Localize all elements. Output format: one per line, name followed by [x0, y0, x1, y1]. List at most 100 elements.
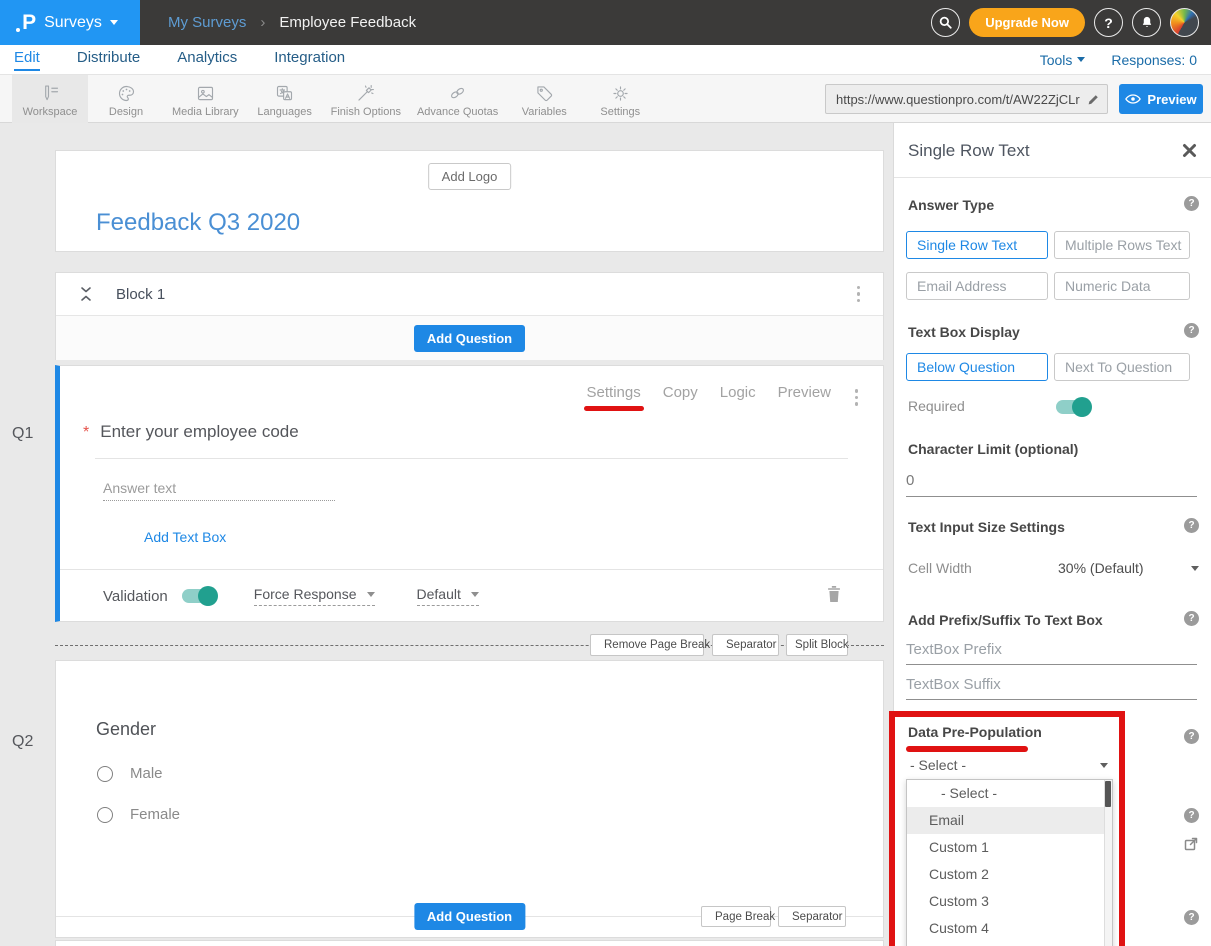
tab-question-logic[interactable]: Logic [720, 384, 756, 401]
answer-type-email-address[interactable]: Email Address [906, 272, 1048, 300]
tab-question-settings[interactable]: Settings [587, 384, 641, 401]
page-break-button[interactable]: Page Break [701, 906, 771, 927]
toolbar-item-media-library[interactable]: Media Library [164, 75, 247, 123]
dropdown-option-select[interactable]: - Select - [907, 780, 1112, 807]
tools-menu[interactable]: Tools [1040, 52, 1086, 68]
tab-question-copy[interactable]: Copy [663, 384, 698, 401]
dropdown-option-custom4[interactable]: Custom 4 [907, 915, 1112, 942]
question2-card: Gender Male Female Add Question Page Bre… [55, 660, 884, 938]
delete-question-button[interactable] [825, 584, 843, 609]
radio-option-female: Female [97, 806, 180, 823]
add-text-box-link[interactable]: Add Text Box [144, 529, 226, 545]
external-link-button[interactable] [1183, 836, 1199, 857]
user-avatar[interactable] [1170, 8, 1199, 37]
character-limit-label: Character Limit (optional) [908, 441, 1078, 457]
close-panel-button[interactable] [1182, 143, 1197, 163]
textbox-prefix-input[interactable] [906, 641, 1197, 658]
display-below-question[interactable]: Below Question [906, 353, 1048, 381]
question2-text[interactable]: Gender [96, 719, 156, 740]
help-icon[interactable]: ? [1184, 808, 1199, 823]
tools-label: Tools [1040, 52, 1073, 68]
responses-count[interactable]: Responses: 0 [1111, 52, 1197, 68]
tab-distribute[interactable]: Distribute [77, 49, 140, 71]
dropdown-scrollbar[interactable] [1104, 780, 1112, 946]
help-icon[interactable]: ? [1184, 323, 1199, 338]
help-icon[interactable]: ? [1184, 518, 1199, 533]
prefix-suffix-label: Add Prefix/Suffix To Text Box [908, 612, 1103, 628]
display-next-to-question[interactable]: Next To Question [1054, 353, 1190, 381]
textbox-suffix-input[interactable] [906, 676, 1197, 693]
product-switcher[interactable]: P Surveys [0, 0, 140, 45]
help-icon[interactable]: ? [1184, 910, 1199, 925]
help-icon[interactable]: ? [1184, 196, 1199, 211]
toolbar-item-languages[interactable]: Languages [247, 75, 323, 123]
survey-title[interactable]: Feedback Q3 2020 [96, 209, 300, 237]
radio-label[interactable]: Male [130, 765, 163, 782]
add-logo-button[interactable]: Add Logo [428, 163, 512, 190]
separator-button[interactable]: Separator [712, 634, 779, 656]
product-name: Surveys [44, 14, 102, 32]
search-button[interactable] [931, 8, 960, 37]
add-question-button[interactable]: Add Question [414, 903, 525, 930]
help-icon[interactable]: ? [1184, 611, 1199, 626]
data-pre-population-select[interactable]: - Select - [906, 753, 1114, 779]
validation-label: Validation [103, 588, 168, 605]
question-mark-icon: ? [1104, 15, 1113, 31]
answer-text-input[interactable] [103, 478, 335, 501]
character-limit-input[interactable] [906, 472, 1197, 489]
split-block-button[interactable]: Split Block [786, 634, 848, 656]
toolbar-item-advance-quotas[interactable]: Advance Quotas [409, 75, 506, 123]
tab-edit[interactable]: Edit [14, 49, 40, 71]
input-underline [906, 496, 1197, 497]
preview-button[interactable]: Preview [1119, 84, 1203, 114]
breadcrumb-current-survey: Employee Feedback [279, 14, 416, 31]
block-menu-icon[interactable] [854, 283, 864, 306]
collapse-block-icon[interactable] [78, 285, 94, 303]
dropdown-option-custom1[interactable]: Custom 1 [907, 834, 1112, 861]
toolbar-item-variables[interactable]: Variables [506, 75, 582, 123]
help-button[interactable]: ? [1094, 8, 1123, 37]
tab-integration[interactable]: Integration [274, 49, 345, 71]
cell-width-value[interactable]: 30% (Default) [1058, 560, 1144, 576]
eye-icon [1125, 93, 1141, 105]
toolbar-item-finish-options[interactable]: Finish Options [323, 75, 409, 123]
search-icon [938, 15, 953, 30]
radio-label[interactable]: Female [130, 806, 180, 823]
add-question-button[interactable]: Add Question [414, 325, 525, 352]
answer-type-single-row-text[interactable]: Single Row Text [906, 231, 1048, 259]
help-icon[interactable]: ? [1184, 729, 1199, 744]
remove-page-break-button[interactable]: Remove Page Break [590, 634, 704, 656]
preview-label: Preview [1147, 92, 1196, 107]
breadcrumb-my-surveys[interactable]: My Surveys [168, 14, 246, 31]
dropdown-option-email[interactable]: Email [907, 807, 1112, 834]
data-pre-population-dropdown: - Select - Email Custom 1 Custom 2 Custo… [906, 779, 1113, 946]
scrollbar-thumb[interactable] [1105, 781, 1111, 807]
survey-url-input[interactable] [836, 92, 1086, 107]
question1-text[interactable]: Enter your employee code [100, 422, 298, 442]
questionpro-survey-editor: P Surveys My Surveys › Employee Feedback… [0, 0, 1211, 946]
question1-menu-icon[interactable] [852, 386, 862, 409]
block-title[interactable]: Block 1 [116, 286, 165, 303]
validation-toggle[interactable] [182, 589, 216, 603]
toolbar-items: Workspace Design Media Library Languages… [12, 75, 658, 123]
force-response-dropdown[interactable]: Force Response [254, 586, 375, 606]
separator-button[interactable]: Separator [778, 906, 846, 927]
tab-question-preview[interactable]: Preview [778, 384, 831, 401]
toolbar-item-settings[interactable]: Settings [582, 75, 658, 123]
chevron-down-icon[interactable] [1191, 566, 1199, 571]
toolbar-item-workspace[interactable]: Workspace [12, 75, 88, 123]
character-limit-field [906, 472, 1197, 490]
dropdown-option-custom2[interactable]: Custom 2 [907, 861, 1112, 888]
edit-pencil-icon[interactable] [1086, 92, 1101, 107]
tab-analytics[interactable]: Analytics [177, 49, 237, 71]
radio-button[interactable] [97, 766, 113, 782]
answer-type-multiple-rows-text[interactable]: Multiple Rows Text [1054, 231, 1190, 259]
notifications-button[interactable] [1132, 8, 1161, 37]
upgrade-now-button[interactable]: Upgrade Now [969, 8, 1085, 37]
answer-type-numeric-data[interactable]: Numeric Data [1054, 272, 1190, 300]
validation-default-dropdown[interactable]: Default [417, 586, 479, 606]
dropdown-option-custom3[interactable]: Custom 3 [907, 888, 1112, 915]
radio-button[interactable] [97, 807, 113, 823]
toolbar-item-design[interactable]: Design [88, 75, 164, 123]
required-toggle[interactable] [1056, 400, 1090, 414]
